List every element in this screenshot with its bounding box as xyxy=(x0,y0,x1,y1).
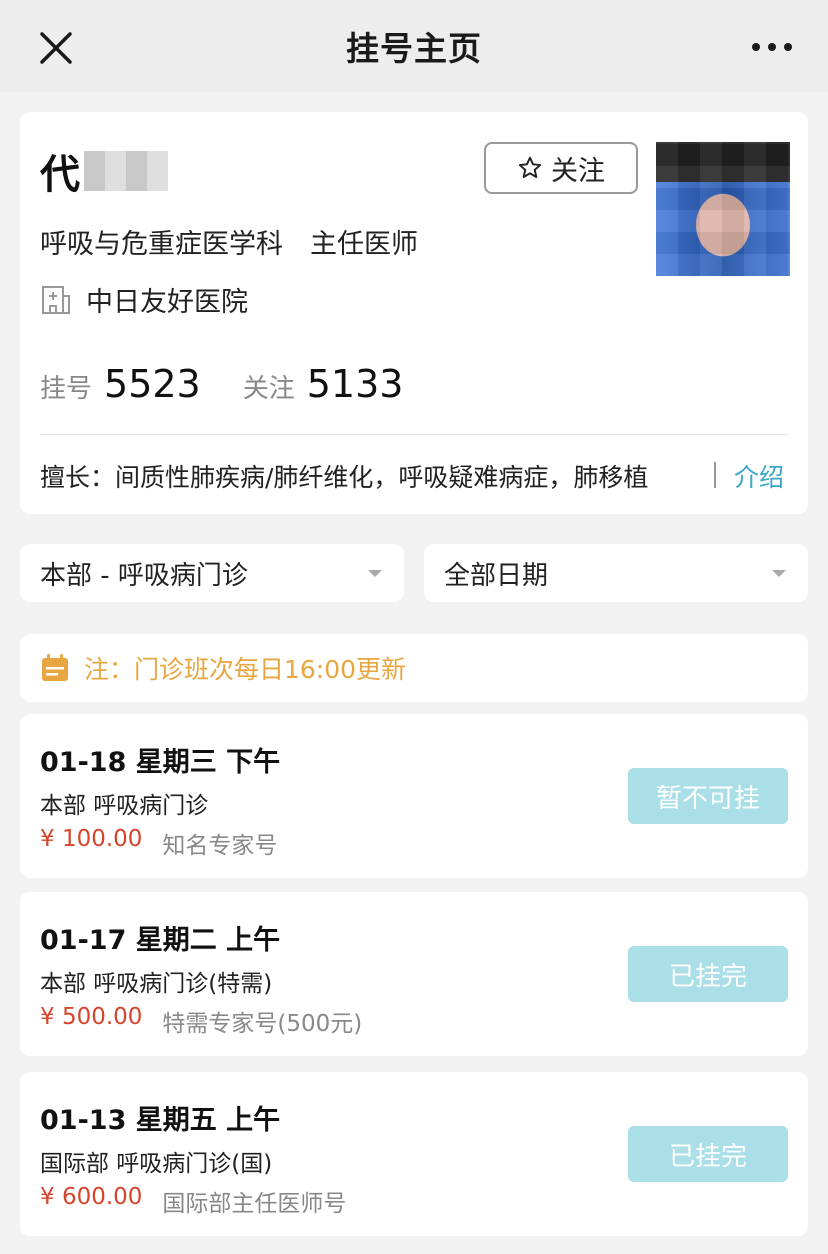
slot-type: 知名专家号 xyxy=(162,833,278,859)
location-value: 本部 - 呼吸病门诊 xyxy=(40,560,248,591)
caret-down-icon xyxy=(772,570,786,577)
slot-date: 01-18 星期三 下午 xyxy=(40,747,281,778)
star-icon xyxy=(518,156,542,178)
followers-label: 关注 xyxy=(242,374,295,404)
schedule-slot: 01-17 星期二 上午 本部 呼吸病门诊(特需) ¥ 500.00 特需专家号… xyxy=(20,892,808,1056)
registrations-label: 挂号 xyxy=(40,374,93,404)
slot-price: ¥ 100.00 xyxy=(40,826,143,852)
slot-date: 01-17 星期二 上午 xyxy=(40,925,281,956)
doctor-card: 代 关注 呼吸与危重症医学科 主任医师 中日友好医院 挂号 5523 关注 51… xyxy=(20,112,808,514)
calendar-icon xyxy=(42,654,68,681)
hospital-name: 中日友好医院 xyxy=(86,287,248,318)
divider xyxy=(40,434,788,435)
department-title: 呼吸与危重症医学科 主任医师 xyxy=(40,229,418,260)
separator xyxy=(714,462,716,488)
avatar xyxy=(656,142,790,276)
slot-status-button[interactable]: 已挂完 xyxy=(628,946,788,1002)
name-blur xyxy=(84,151,168,191)
followers-count: 5133 xyxy=(306,362,404,406)
date-value: 全部日期 xyxy=(444,560,549,591)
page-title: 挂号主页 xyxy=(346,29,482,68)
slot-status-button[interactable]: 暂不可挂 xyxy=(628,768,788,824)
schedule-slot: 01-13 星期五 上午 国际部 呼吸病门诊(国) ¥ 600.00 国际部主任… xyxy=(20,1072,808,1236)
intro-link[interactable]: 介绍 xyxy=(734,458,784,494)
more-icon[interactable] xyxy=(752,30,792,64)
slot-price-row: ¥ 600.00 国际部主任医师号 xyxy=(40,1184,346,1218)
slot-department: 本部 呼吸病门诊 xyxy=(40,793,209,819)
close-icon[interactable] xyxy=(36,28,76,68)
follow-label: 关注 xyxy=(551,155,605,187)
notice-banner: 注：门诊班次每日16:00更新 xyxy=(20,634,808,702)
date-dropdown[interactable]: 全部日期 xyxy=(424,544,808,602)
slot-price-row: ¥ 100.00 知名专家号 xyxy=(40,826,277,860)
notice-text: 注：门诊班次每日16:00更新 xyxy=(84,655,407,684)
stats-row: 挂号 5523 关注 5133 xyxy=(40,362,445,406)
schedule-slot: 01-18 星期三 下午 本部 呼吸病门诊 ¥ 100.00 知名专家号 暂不可… xyxy=(20,714,808,878)
slot-status-button[interactable]: 已挂完 xyxy=(628,1126,788,1182)
caret-down-icon xyxy=(368,570,382,577)
slot-price: ¥ 600.00 xyxy=(40,1184,143,1210)
location-dropdown[interactable]: 本部 - 呼吸病门诊 xyxy=(20,544,404,602)
specialty-text: 擅长：间质性肺疾病/肺纤维化，呼吸疑难病症，肺移植 xyxy=(40,463,649,492)
doctor-name: 代 xyxy=(40,142,168,200)
hospital-icon xyxy=(42,285,70,314)
registrations-count: 5523 xyxy=(104,362,201,406)
follow-button[interactable]: 关注 xyxy=(484,142,638,194)
top-bar: 挂号主页 xyxy=(0,0,828,92)
slot-type: 国际部主任医师号 xyxy=(162,1191,347,1217)
slot-department: 国际部 呼吸病门诊(国) xyxy=(40,1151,273,1177)
slot-date: 01-13 星期五 上午 xyxy=(40,1105,281,1136)
slot-price: ¥ 500.00 xyxy=(40,1004,143,1030)
doctor-name-text: 代 xyxy=(40,152,80,198)
slot-type: 特需专家号(500元) xyxy=(162,1011,363,1037)
slot-department: 本部 呼吸病门诊(特需) xyxy=(40,971,273,997)
hospital-row: 中日友好医院 xyxy=(40,280,248,319)
slot-price-row: ¥ 500.00 特需专家号(500元) xyxy=(40,1004,362,1038)
